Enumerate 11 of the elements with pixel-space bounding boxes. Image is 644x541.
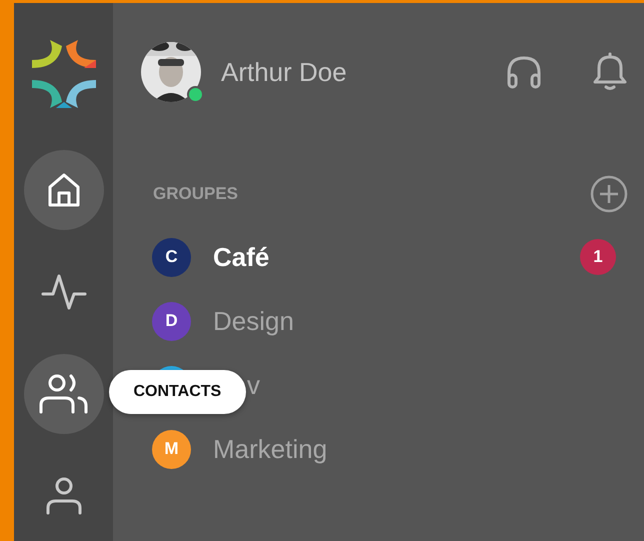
group-name: Café (213, 242, 270, 272)
unread-count: 1 (580, 239, 616, 275)
group-name: Marketing (213, 434, 328, 464)
tooltip: CONTACTS (108, 370, 246, 414)
group-avatar: D (152, 302, 191, 340)
group-name: v (247, 370, 260, 400)
user-name: Arthur Doe (221, 56, 347, 88)
group-avatar: M (152, 430, 191, 468)
group-name: Design (213, 306, 294, 336)
group-avatar: C (152, 238, 191, 276)
section-title: GROUPES (153, 184, 240, 204)
